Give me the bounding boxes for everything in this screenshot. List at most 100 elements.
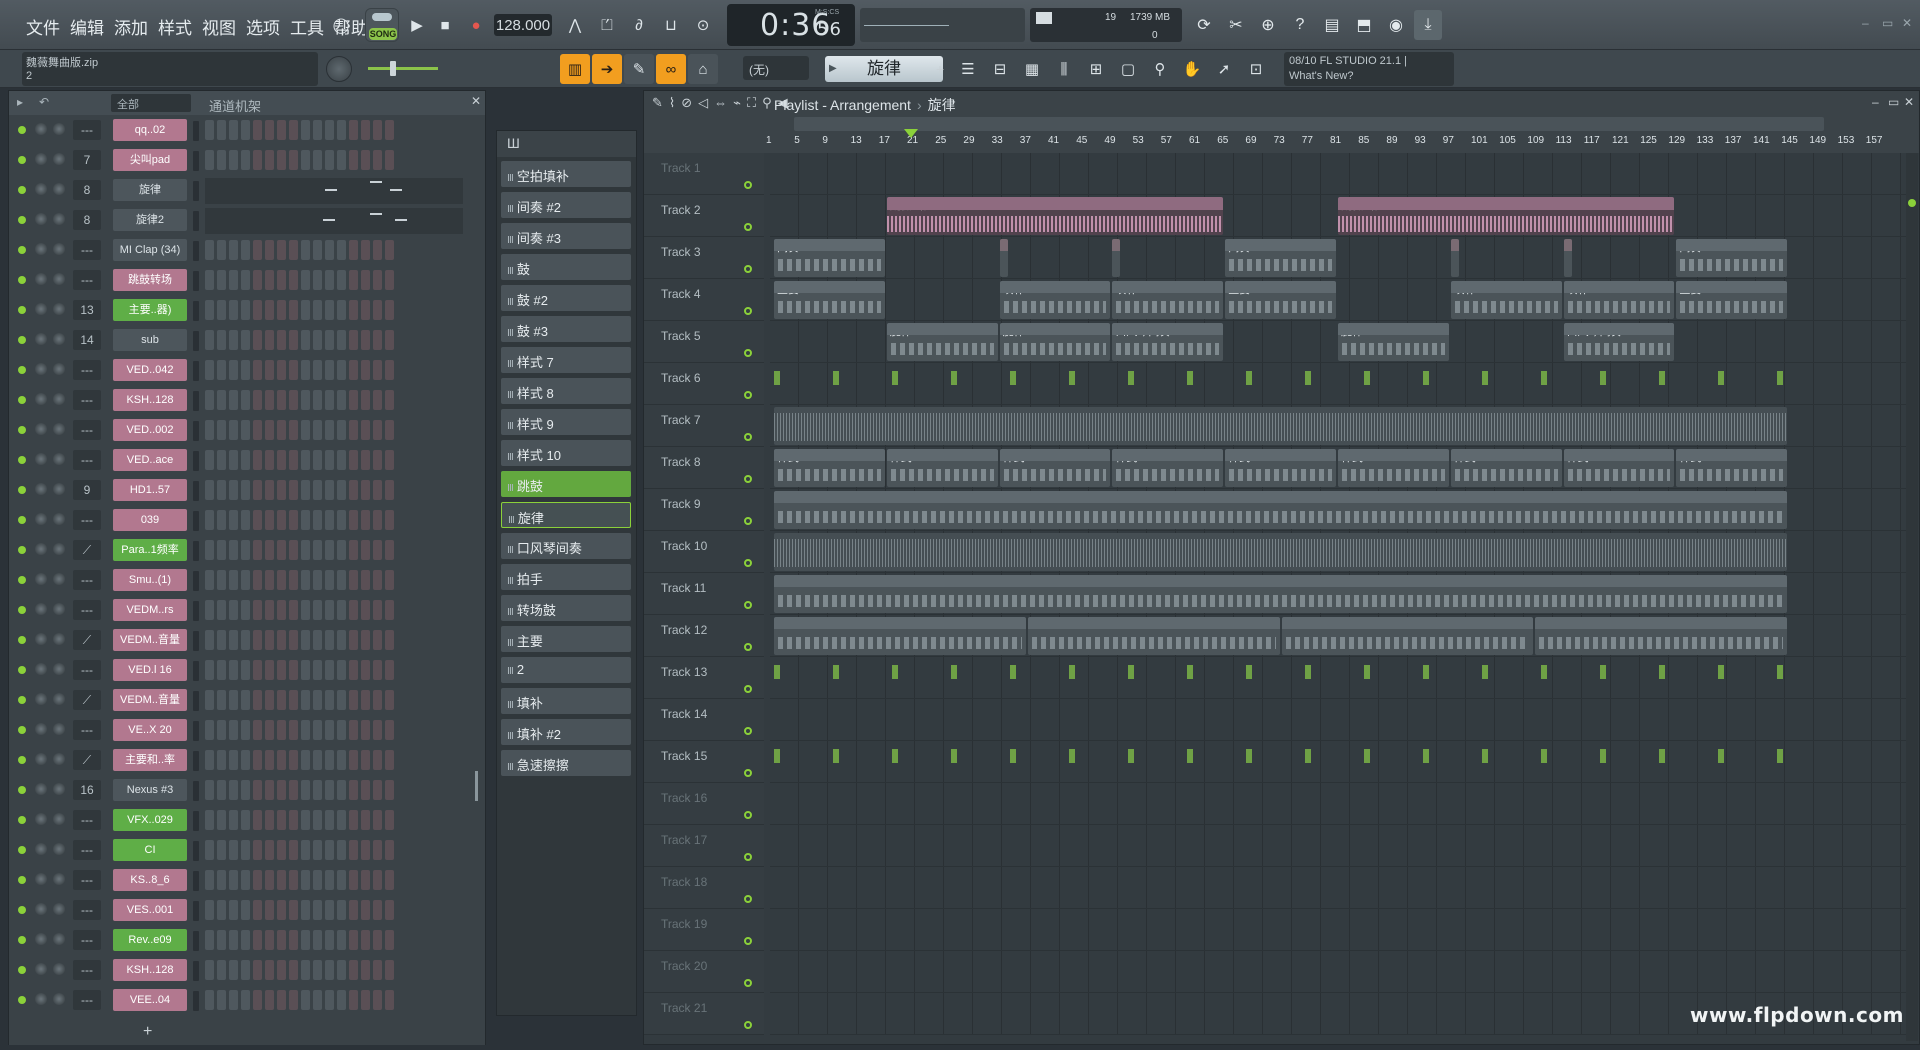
step-button[interactable] xyxy=(349,960,358,980)
channel-pan-knob[interactable] xyxy=(35,813,47,825)
step-button[interactable] xyxy=(337,960,346,980)
step-button[interactable] xyxy=(373,540,382,560)
step-button[interactable] xyxy=(361,780,370,800)
download-icon[interactable]: ⤓ xyxy=(1414,10,1442,40)
step-button[interactable] xyxy=(361,600,370,620)
step-button[interactable] xyxy=(313,330,322,350)
step-button[interactable] xyxy=(229,900,238,920)
track-enable-led[interactable] xyxy=(744,265,752,273)
step-button[interactable] xyxy=(217,990,226,1010)
channel-pan-knob[interactable] xyxy=(35,153,47,165)
playlist-clip[interactable] xyxy=(774,659,1788,697)
step-button[interactable] xyxy=(217,330,226,350)
step-button[interactable] xyxy=(205,960,214,980)
step-button[interactable] xyxy=(205,840,214,860)
mixer-route[interactable]: --- xyxy=(73,360,101,380)
step-button[interactable] xyxy=(337,450,346,470)
channel-pan-knob[interactable] xyxy=(35,303,47,315)
mixer-route[interactable]: 7 xyxy=(73,150,101,170)
step-button[interactable] xyxy=(265,150,274,170)
step-button[interactable] xyxy=(325,840,334,860)
channel-name-button[interactable]: sub xyxy=(113,329,187,351)
piano-roll-window-icon[interactable]: ⊟ xyxy=(986,55,1014,83)
step-button[interactable] xyxy=(373,330,382,350)
step-button[interactable] xyxy=(325,630,334,650)
pattern-item[interactable]: Ⅲ2 xyxy=(501,657,631,683)
plugin-icon[interactable]: ⚲ xyxy=(1146,55,1174,83)
step-button[interactable] xyxy=(361,750,370,770)
pattern-item[interactable]: Ⅲ鼓 xyxy=(501,254,631,280)
step-button[interactable] xyxy=(349,990,358,1010)
mixer-route[interactable]: --- xyxy=(73,420,101,440)
step-button[interactable] xyxy=(337,810,346,830)
step-button[interactable] xyxy=(337,330,346,350)
track-header[interactable]: Track 20 xyxy=(644,951,764,993)
step-button[interactable] xyxy=(301,450,310,470)
step-button[interactable] xyxy=(301,840,310,860)
step-button[interactable] xyxy=(265,420,274,440)
channel-row[interactable]: ⟋ 主要和..率 xyxy=(9,745,485,775)
channel-name-button[interactable]: 旋律 xyxy=(113,179,187,201)
step-button[interactable] xyxy=(361,480,370,500)
channel-volume-knob[interactable] xyxy=(53,513,65,525)
pattern-item[interactable]: Ⅲ 样式 8 xyxy=(501,378,631,404)
channel-enable-led[interactable] xyxy=(18,366,26,374)
step-button[interactable] xyxy=(241,690,250,710)
step-button[interactable] xyxy=(289,660,298,680)
step-button[interactable] xyxy=(253,630,262,650)
channel-select[interactable] xyxy=(193,211,199,231)
channel-row[interactable]: --- 跳鼓转场 xyxy=(9,265,485,295)
step-button[interactable] xyxy=(253,690,262,710)
step-button[interactable] xyxy=(289,300,298,320)
step-button[interactable] xyxy=(385,630,394,650)
step-button[interactable] xyxy=(265,870,274,890)
channel-enable-led[interactable] xyxy=(18,846,26,854)
step-button[interactable] xyxy=(217,120,226,140)
step-button[interactable] xyxy=(205,780,214,800)
track-lane[interactable] xyxy=(770,405,1918,447)
step-button[interactable] xyxy=(313,990,322,1010)
pattern-item[interactable]: Ⅲ 口风琴间奏 xyxy=(501,533,631,559)
channel-name-button[interactable]: 主要和..率 xyxy=(113,749,187,771)
playlist-clip[interactable]: 主要 xyxy=(1676,281,1788,319)
metronome-icon[interactable]: ⋀ xyxy=(560,10,590,40)
playlist-clip[interactable]: 魏薇-路童 xyxy=(1338,197,1675,235)
step-button[interactable] xyxy=(217,780,226,800)
step-button[interactable] xyxy=(337,540,346,560)
step-button[interactable] xyxy=(349,510,358,530)
channel-row[interactable]: --- 039 xyxy=(9,505,485,535)
step-button[interactable] xyxy=(313,150,322,170)
track-enable-led[interactable] xyxy=(744,349,752,357)
step-button[interactable] xyxy=(205,510,214,530)
channel-volume-knob[interactable] xyxy=(53,573,65,585)
rack-menu-icon[interactable]: ▸ xyxy=(17,95,23,109)
channel-enable-led[interactable] xyxy=(18,666,26,674)
playlist-clip[interactable]: 样式 8 xyxy=(999,449,1111,487)
track-header[interactable]: Track 21 xyxy=(644,993,764,1035)
step-button[interactable] xyxy=(361,960,370,980)
channel-volume-knob[interactable] xyxy=(53,123,65,135)
playlist-clip[interactable]: VEC..085 xyxy=(1027,617,1280,655)
step-button[interactable] xyxy=(313,270,322,290)
step-button[interactable] xyxy=(313,720,322,740)
step-button[interactable] xyxy=(253,450,262,470)
channel-enable-led[interactable] xyxy=(18,726,26,734)
channel-name-button[interactable]: VED.l 16 xyxy=(113,659,187,681)
step-button[interactable] xyxy=(349,300,358,320)
step-button[interactable] xyxy=(301,240,310,260)
channel-enable-led[interactable] xyxy=(18,936,26,944)
step-button[interactable] xyxy=(277,720,286,740)
step-button[interactable] xyxy=(277,840,286,860)
pattern-item[interactable]: Ⅲ鼓 #3 xyxy=(501,316,631,342)
step-button[interactable] xyxy=(289,450,298,470)
step-button[interactable] xyxy=(361,660,370,680)
channel-row[interactable]: 7 尖叫pad xyxy=(9,145,485,175)
step-button[interactable] xyxy=(289,900,298,920)
step-button[interactable] xyxy=(349,390,358,410)
playlist-clip[interactable]: 主要 xyxy=(774,281,885,319)
step-button[interactable] xyxy=(217,630,226,650)
channel-pan-knob[interactable] xyxy=(35,873,47,885)
playlist-clip[interactable]: 样式 8 xyxy=(1338,449,1449,487)
mixer-route[interactable]: ⟋ xyxy=(73,540,101,560)
step-button[interactable] xyxy=(313,600,322,620)
